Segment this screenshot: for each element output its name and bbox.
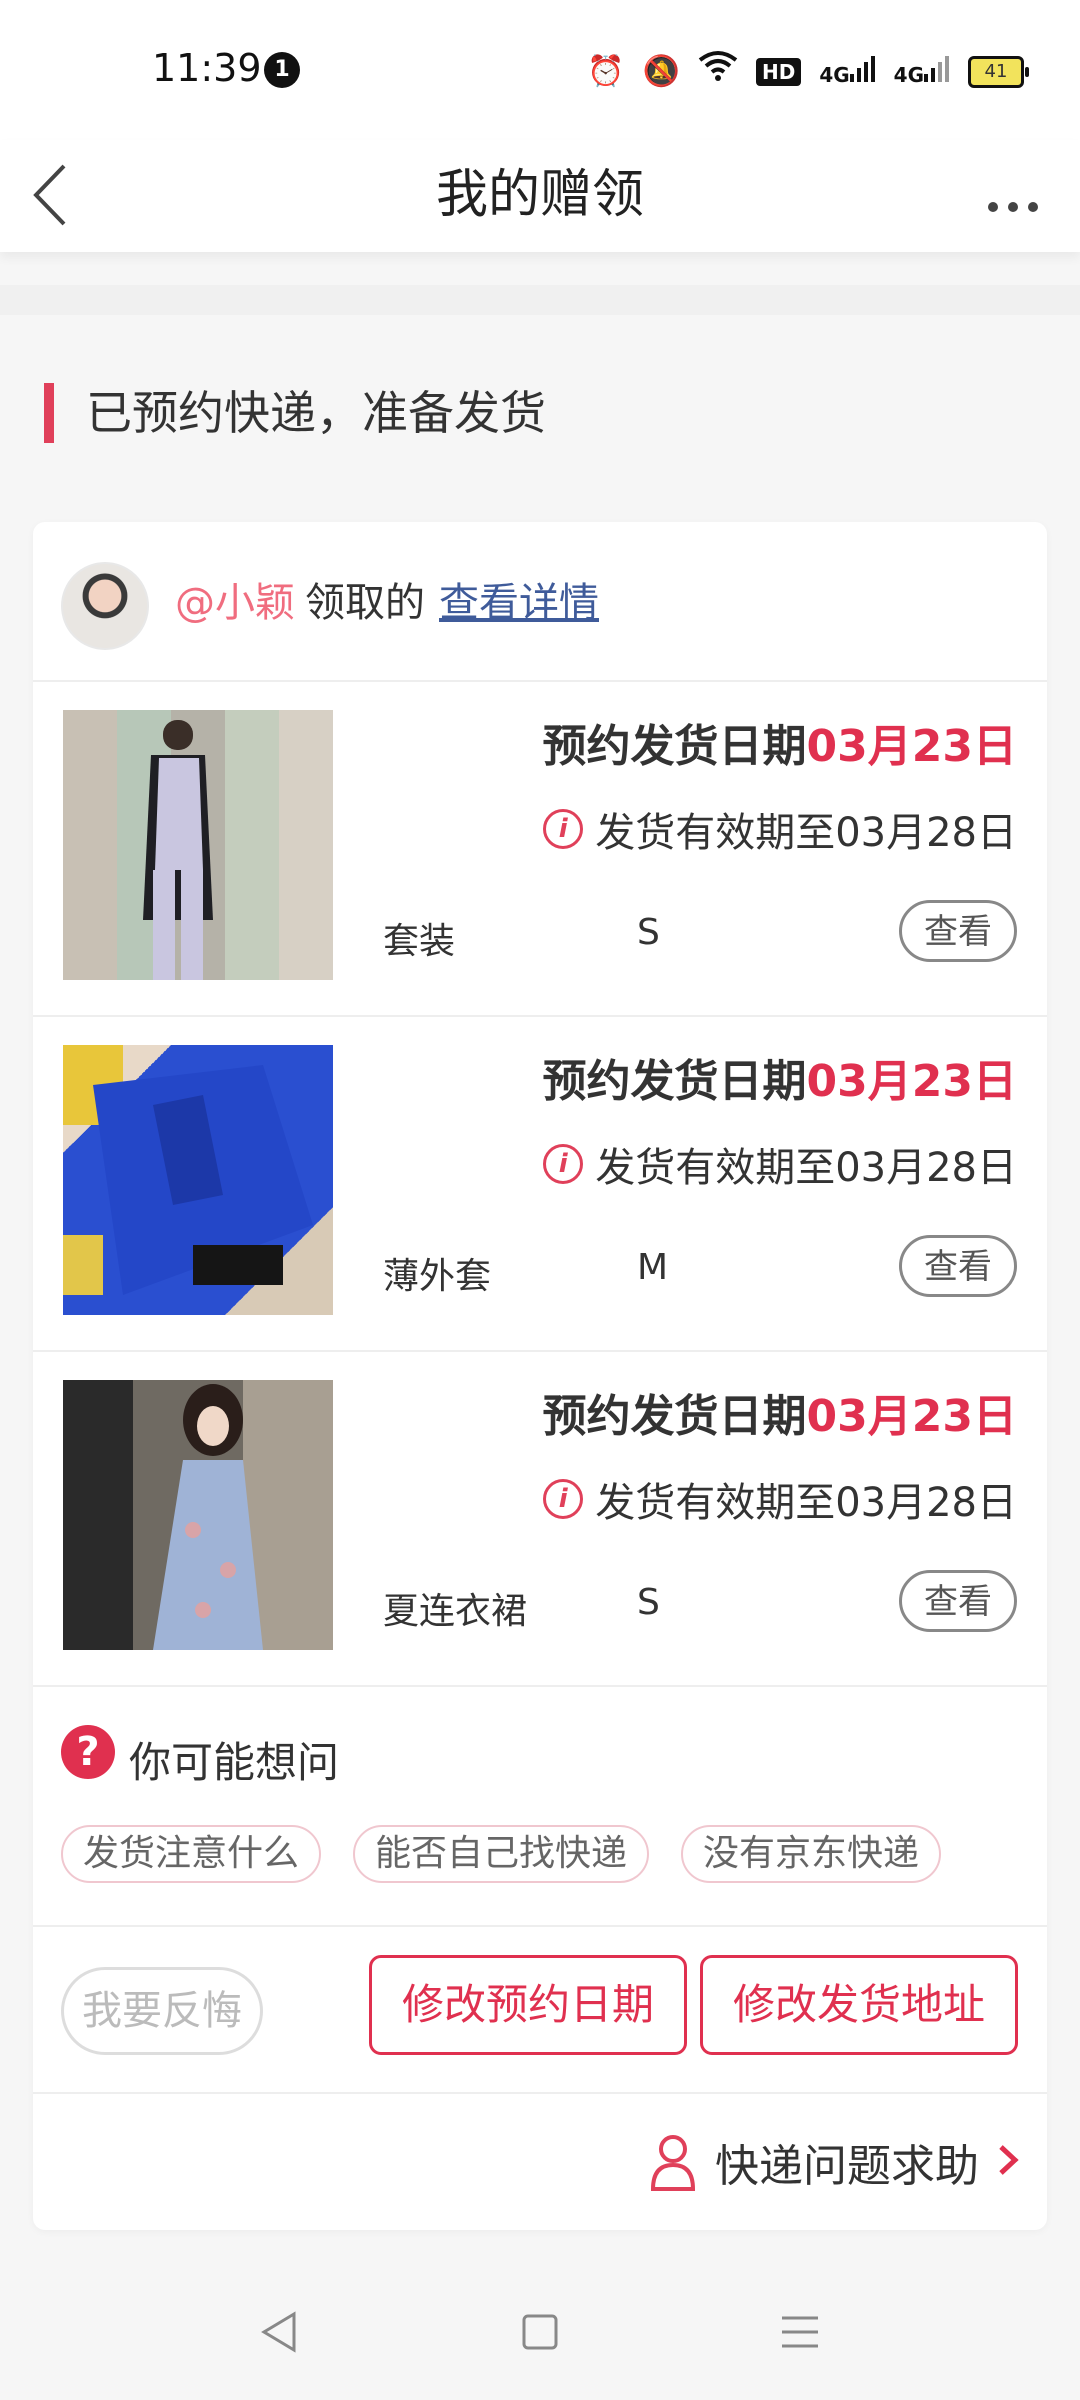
faq-chip-own-courier[interactable]: 能否自己找快递	[353, 1825, 650, 1883]
view-button[interactable]: 查看	[899, 1570, 1017, 1632]
status-icons: ⏰ 🔕 HD 4G 4G 41	[587, 50, 1029, 93]
signal-icon-2: 4G	[894, 56, 950, 87]
ship-date-label: 预约发货日期	[542, 1391, 807, 1442]
valid-until-line: i 发货有效期至03月28日	[543, 1470, 1017, 1528]
nav-back-icon[interactable]	[250, 2302, 310, 2362]
section-header: 已预约快递，准备发货	[0, 315, 1080, 495]
regret-button[interactable]: 我要反悔	[61, 1967, 263, 2055]
battery-icon: 41	[968, 55, 1029, 88]
avatar	[61, 562, 149, 650]
product-image	[63, 1380, 333, 1650]
page-title: 我的赠领	[435, 165, 644, 225]
ship-date-label: 预约发货日期	[542, 721, 807, 772]
list-item: 预约发货日期03月23日 i 发货有效期至03月28日 套装 S 查看	[33, 680, 1047, 1017]
ship-date-line: 预约发货日期03月23日	[543, 1045, 1017, 1109]
status-bar: 11:39 1 ⏰ 🔕 HD 4G 4G 41	[0, 0, 1080, 140]
system-nav-bar	[0, 2280, 1080, 2400]
hd-icon: HD	[755, 57, 802, 86]
change-address-button[interactable]: 修改发货地址	[700, 1955, 1018, 2055]
ship-date-value: 03月23日	[806, 1056, 1017, 1107]
change-date-button[interactable]: 修改预约日期	[369, 1955, 687, 2055]
faq-chip-shipping-notes[interactable]: 发货注意什么	[61, 1825, 322, 1883]
list-item: 预约发货日期03月23日 i 发货有效期至03月28日 夏连衣裙 S 查看	[33, 1350, 1047, 1687]
list-item: 预约发货日期03月23日 i 发货有效期至03月28日 薄外套 M 查看	[33, 1015, 1047, 1352]
courier-help-label: 快递问题求助	[715, 2141, 979, 2192]
signal-icon-1: 4G	[819, 56, 875, 87]
item-name: 夏连衣裙	[383, 1591, 528, 1632]
item-name: 薄外套	[383, 1256, 492, 1297]
more-options-icon[interactable]	[986, 178, 1040, 224]
info-icon: i	[543, 1144, 584, 1184]
claimer-row: @小颖 领取的 查看详情	[33, 522, 1047, 682]
view-details-link[interactable]: 查看详情	[439, 580, 599, 626]
nav-menu-icon[interactable]	[770, 2302, 830, 2362]
view-button[interactable]: 查看	[899, 900, 1017, 962]
ship-date-line: 预约发货日期03月23日	[543, 710, 1017, 774]
status-time: 11:39	[152, 46, 262, 90]
divider-band	[0, 285, 1080, 315]
ship-date-line: 预约发货日期03月23日	[543, 1380, 1017, 1444]
item-name: 套装	[383, 921, 456, 962]
valid-until-text: 发货有效期至03月28日	[595, 1145, 1017, 1191]
item-size: S	[637, 1582, 660, 1623]
chevron-right-icon	[997, 2137, 1019, 2188]
ship-date-label: 预约发货日期	[542, 1056, 807, 1107]
section-accent-bar	[44, 383, 54, 443]
alarm-icon: ⏰	[587, 53, 625, 89]
action-row: 我要反悔 修改预约日期 修改发货地址	[33, 1927, 1047, 2094]
courier-help-link[interactable]: 快递问题求助	[649, 2130, 1019, 2194]
faq-section: ? 你可能想问 发货注意什么 能否自己找快递 没有京东快递	[33, 1685, 1047, 1927]
info-icon: i	[543, 809, 584, 849]
faq-chips: 发货注意什么 能否自己找快递 没有京东快递	[61, 1825, 942, 1883]
section-title: 已预约快递，准备发货	[86, 386, 546, 440]
product-image	[63, 1045, 333, 1315]
valid-until-text: 发货有效期至03月28日	[595, 1480, 1017, 1526]
mute-icon: 🔕	[642, 53, 680, 89]
item-size: S	[637, 912, 660, 953]
valid-until-line: i 发货有效期至03月28日	[543, 1135, 1017, 1193]
nav-home-icon[interactable]	[510, 2302, 570, 2362]
question-icon: ?	[61, 1725, 115, 1779]
faq-title: 你可能想问	[129, 1738, 340, 1787]
product-image	[63, 710, 333, 980]
gift-order-card: @小颖 领取的 查看详情 预约发货日期03月23日 i 发货有效期至03月28日 套…	[33, 522, 1047, 2230]
valid-until-text: 发货有效期至03月28日	[595, 810, 1017, 856]
courier-help-row[interactable]: 快递问题求助	[33, 2092, 1047, 2230]
faq-chip-no-jd-express[interactable]: 没有京东快递	[681, 1825, 942, 1883]
header-bar: 我的赠领	[0, 140, 1080, 252]
item-size: M	[637, 1247, 669, 1288]
claim-label: 领取的	[305, 580, 425, 626]
notification-count-badge: 1	[264, 52, 300, 88]
view-button[interactable]: 查看	[899, 1235, 1017, 1297]
person-icon	[649, 2133, 697, 2191]
ship-date-value: 03月23日	[806, 1391, 1017, 1442]
ship-date-value: 03月23日	[806, 721, 1017, 772]
info-icon: i	[543, 1479, 584, 1519]
claim-text: @小颖 领取的 查看详情	[175, 570, 599, 628]
wifi-icon	[698, 50, 738, 93]
claimer-username: @小颖	[175, 580, 295, 626]
valid-until-line: i 发货有效期至03月28日	[543, 800, 1017, 858]
